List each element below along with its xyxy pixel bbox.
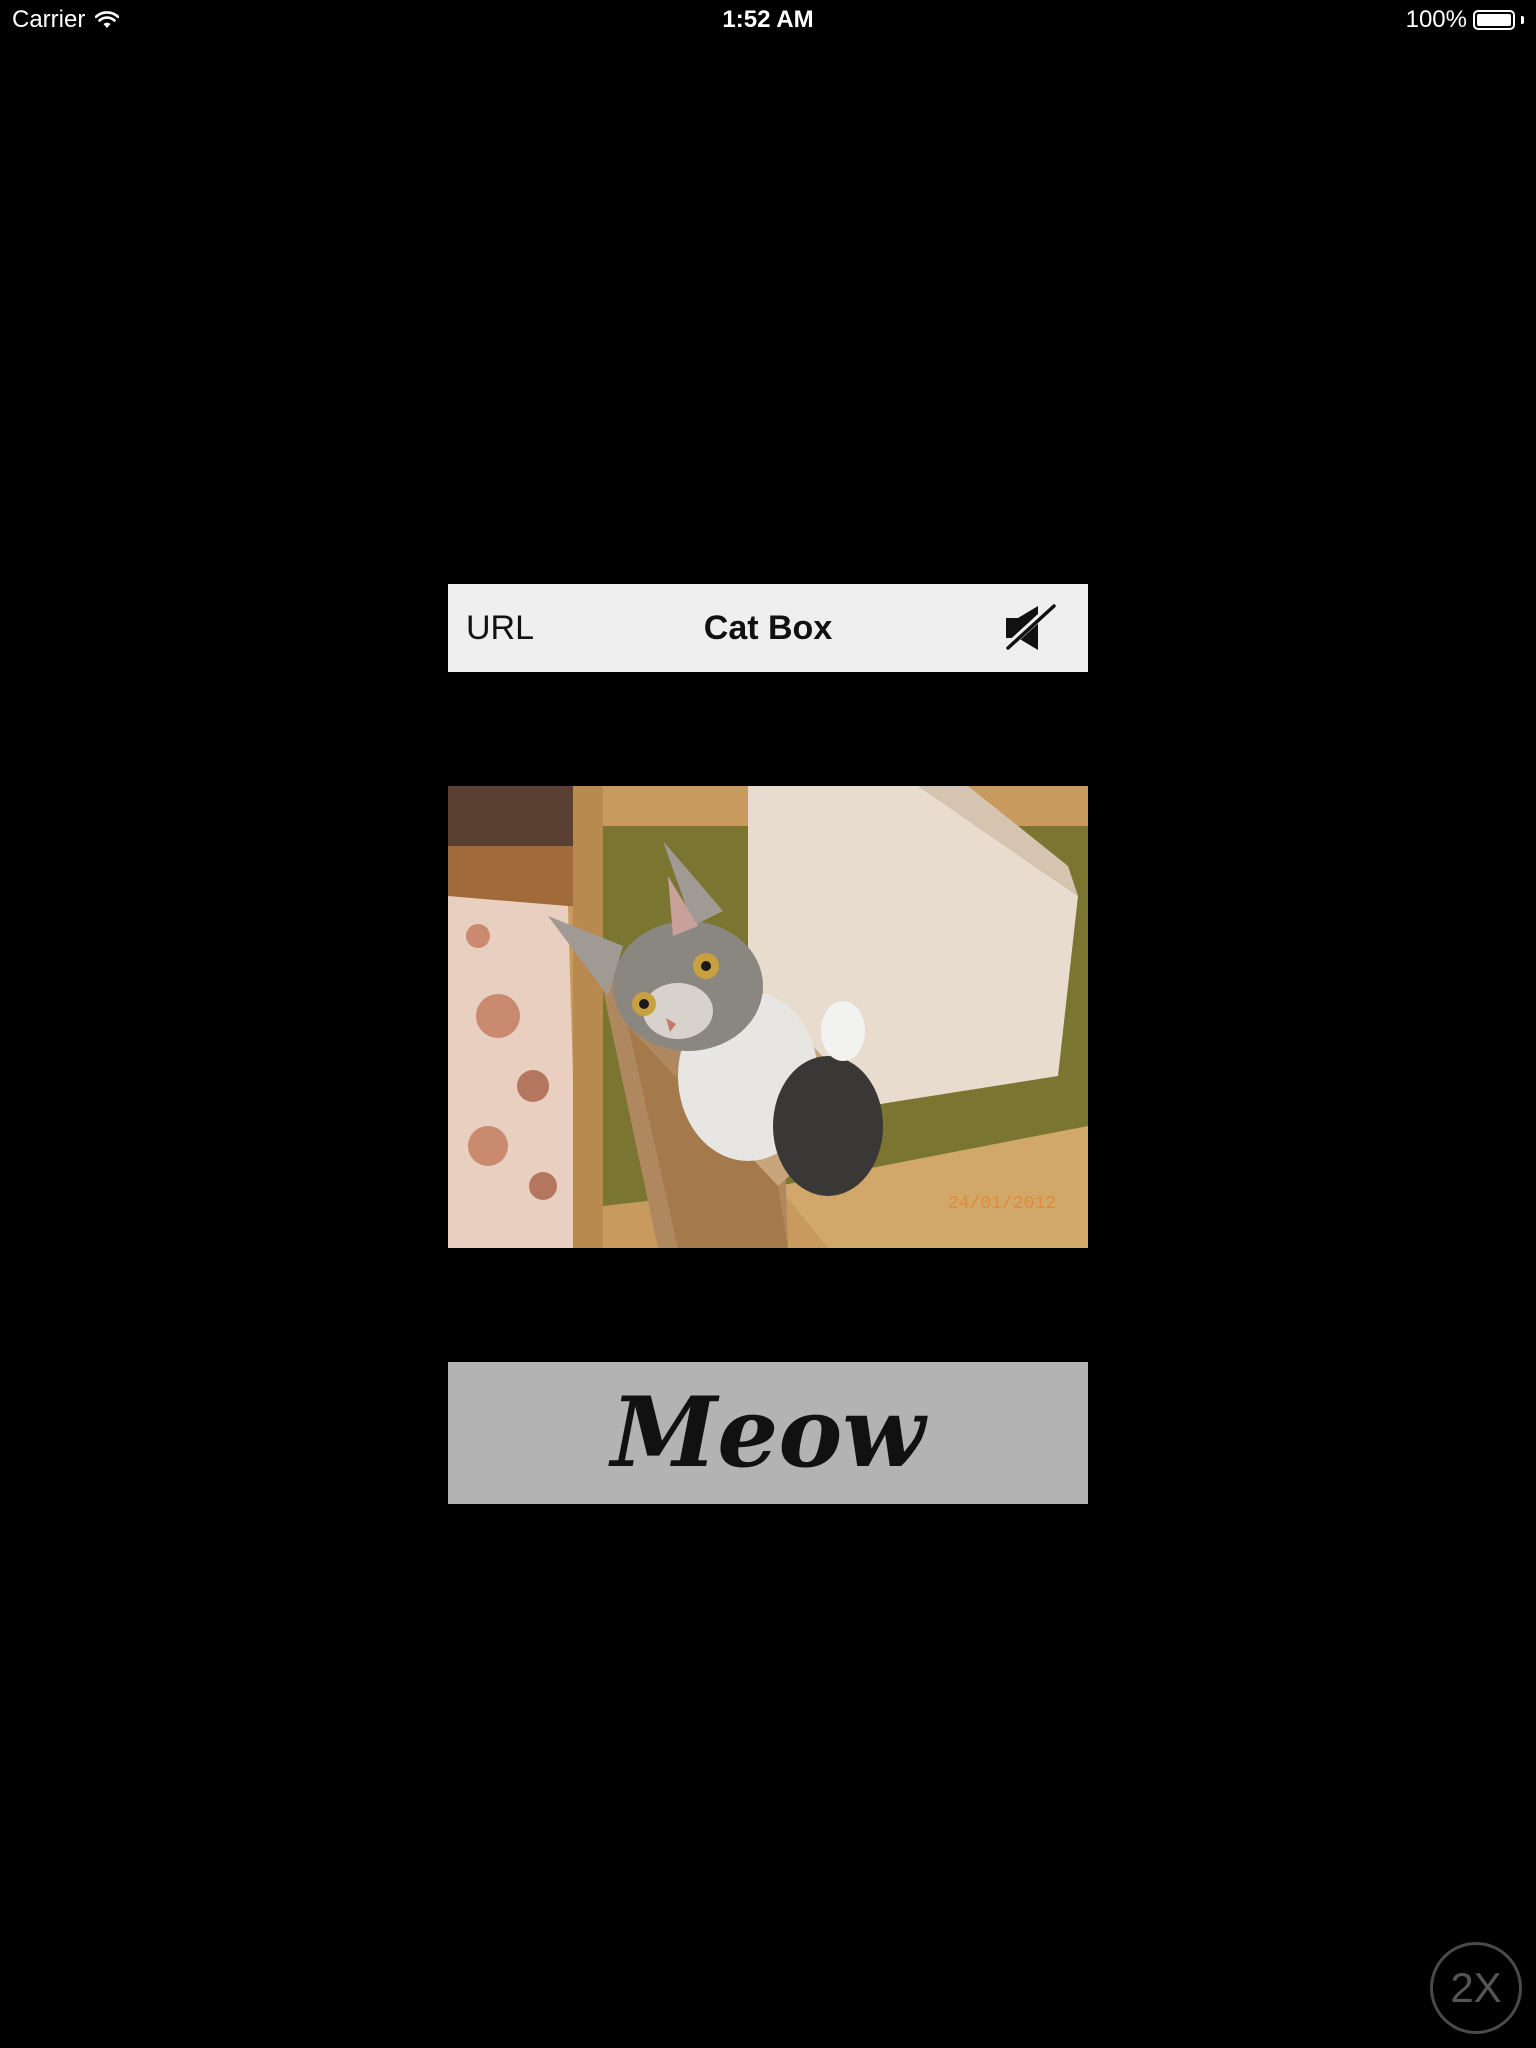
meow-button-label: Meow [610,1376,925,1489]
status-battery-group: 100% [1406,6,1524,34]
toolbar-title: Cat Box [703,609,833,647]
mute-button[interactable] [1002,602,1058,654]
battery-icon [1473,10,1515,30]
toolbar: URL Cat Box [448,584,1088,672]
zoom-2x-button[interactable]: 2X [1430,1942,1522,2034]
meow-button[interactable]: Meow [448,1362,1088,1504]
speaker-muted-icon [1003,603,1056,651]
status-time: 1:52 AM [722,6,814,33]
photo-date-stamp: 24/01/2012 [948,1194,1056,1214]
battery-percent: 100% [1405,6,1467,33]
cat-in-box-photo: 24/01/2012 [448,786,1088,1248]
status-bar: Carrier 1:52 AM 100% [0,0,1536,40]
